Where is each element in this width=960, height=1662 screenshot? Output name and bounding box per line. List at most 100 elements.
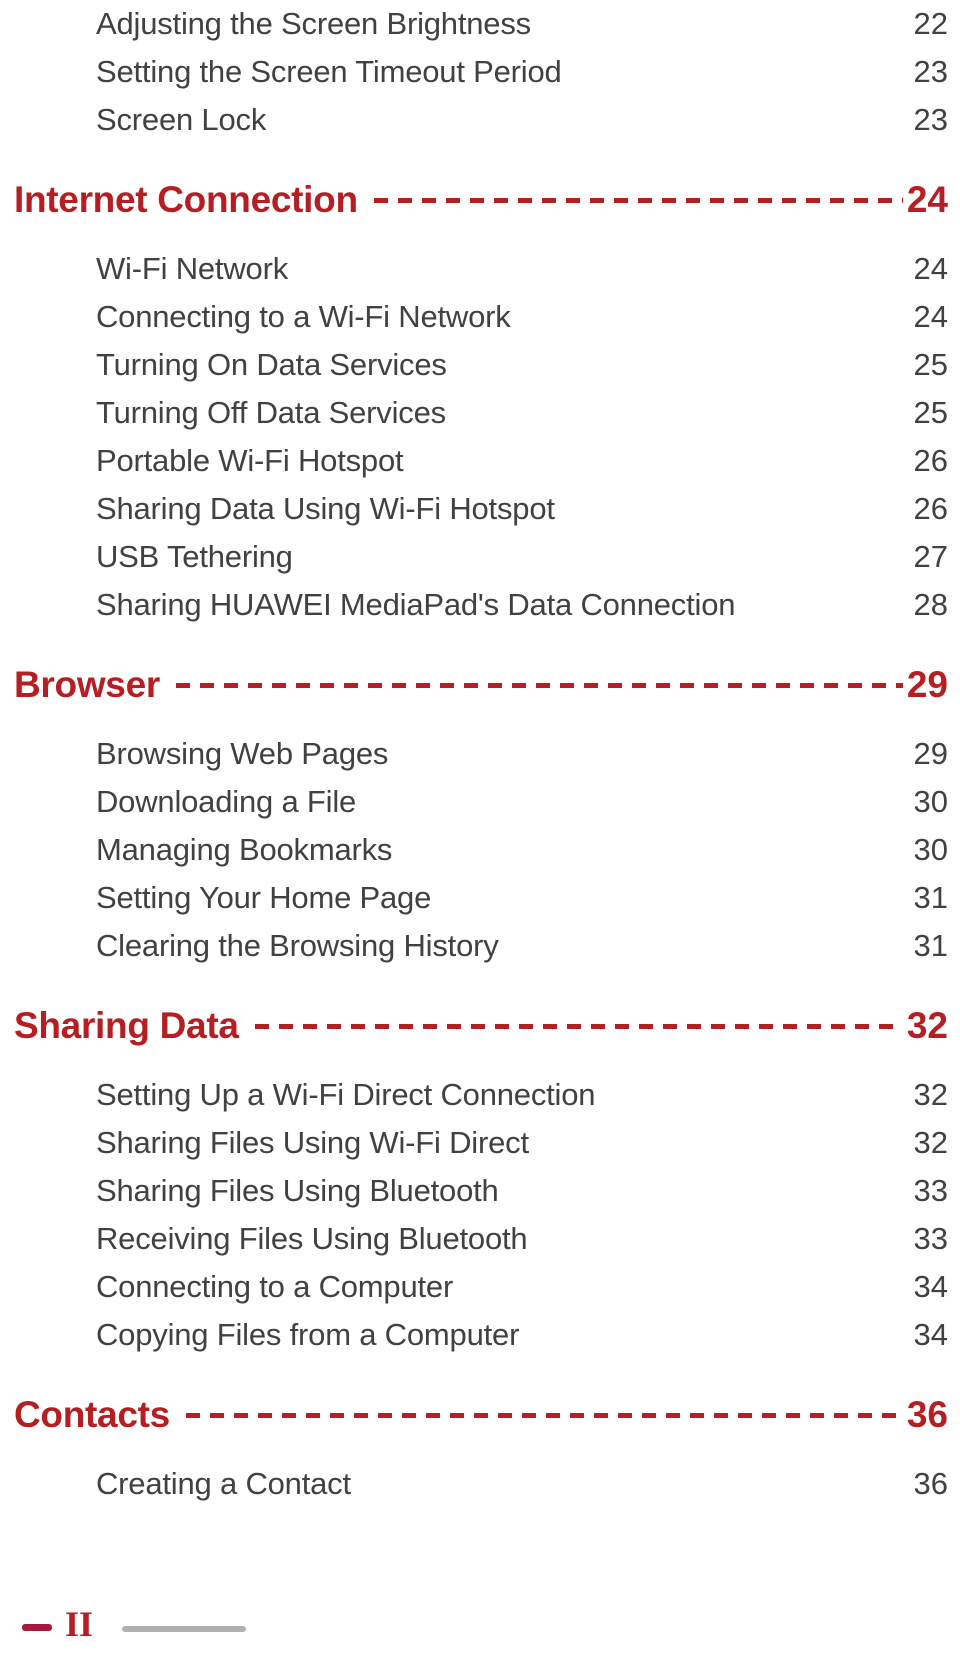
toc-entry-row[interactable]: Setting Up a Wi-Fi Direct Connection 32 (0, 1071, 960, 1119)
toc-entry-row[interactable]: Browsing Web Pages 29 (0, 730, 960, 778)
toc-page-number: 33 (913, 1173, 948, 1208)
footer-dash-mark (22, 1624, 52, 1631)
toc-entry-label: Setting Your Home Page (96, 880, 432, 915)
dotted-leader (518, 322, 912, 323)
toc-page-number: 26 (913, 443, 948, 478)
dotted-leader (535, 1244, 912, 1245)
toc-page-number: 29 (906, 664, 948, 705)
dotted-leader (743, 610, 912, 611)
toc-page-number: 23 (913, 102, 948, 137)
toc-page-number: 28 (913, 587, 948, 622)
toc-entry-row[interactable]: Creating a Contact 36 (0, 1460, 960, 1508)
toc-section-label: Sharing Data (14, 1005, 239, 1046)
toc-entry-row[interactable]: Receiving Files Using Bluetooth 33 (0, 1215, 960, 1263)
toc-page-number: 34 (913, 1317, 948, 1352)
toc-entry-label: Setting Up a Wi-Fi Direct Connection (96, 1077, 596, 1112)
toc-entry-label: Wi-Fi Network (96, 251, 288, 286)
toc-page-number: 36 (913, 1466, 948, 1501)
toc-page-number: 27 (913, 539, 948, 574)
toc-page-number: 22 (913, 6, 948, 41)
toc-entry-row[interactable]: USB Tethering 27 (0, 533, 960, 581)
toc-entry-label: Screen Lock (96, 102, 267, 137)
dotted-leader (453, 418, 912, 419)
toc-entry-row[interactable]: Turning On Data Services 25 (0, 341, 960, 389)
toc-section-row[interactable]: Internet Connection 24 (0, 169, 960, 231)
toc-page-number: 24 (906, 179, 948, 220)
dotted-leader (454, 370, 912, 371)
dashed-leader (373, 198, 903, 203)
toc-entry-label: Sharing Files Using Wi-Fi Direct (96, 1125, 529, 1160)
toc-entry-row[interactable]: Wi-Fi Network 24 (0, 245, 960, 293)
toc-entry-label: Managing Bookmarks (96, 832, 393, 867)
toc-entry-row[interactable]: Adjusting the Screen Brightness 22 (0, 0, 960, 48)
toc-section-row[interactable]: Browser 29 (0, 654, 960, 716)
toc-page-number: 30 (913, 784, 948, 819)
toc-page-number: 32 (913, 1125, 948, 1160)
toc-entry-label: Connecting to a Computer (96, 1269, 454, 1304)
table-of-contents: Adjusting the Screen Brightness 22 Setting… (0, 0, 960, 1508)
dotted-leader (274, 125, 912, 126)
dotted-leader (562, 514, 912, 515)
dotted-leader (569, 77, 912, 78)
toc-entry-label: Receiving Files Using Bluetooth (96, 1221, 528, 1256)
toc-entry-label: Creating a Contact (96, 1466, 351, 1501)
toc-entry-label: USB Tethering (96, 539, 293, 574)
dotted-leader (364, 807, 912, 808)
toc-section-label: Browser (14, 664, 160, 705)
toc-entry-row[interactable]: Portable Wi-Fi Hotspot 26 (0, 437, 960, 485)
dashed-leader (254, 1024, 903, 1029)
dotted-leader (536, 1148, 912, 1149)
toc-entry-label: Connecting to a Wi-Fi Network (96, 299, 511, 334)
toc-section-label: Contacts (14, 1394, 170, 1435)
dotted-leader (538, 29, 912, 30)
dotted-leader (300, 562, 912, 563)
toc-entry-row[interactable]: Downloading a File 30 (0, 778, 960, 826)
toc-section-row[interactable]: Sharing Data 32 (0, 995, 960, 1057)
toc-section-label: Internet Connection (14, 179, 358, 220)
toc-entry-row[interactable]: Sharing HUAWEI MediaPad's Data Connectio… (0, 581, 960, 629)
toc-entry-row[interactable]: Turning Off Data Services 25 (0, 389, 960, 437)
toc-page-number: 23 (913, 54, 948, 89)
toc-entry-row[interactable]: Setting Your Home Page 31 (0, 874, 960, 922)
toc-entry-row[interactable]: Connecting to a Computer 34 (0, 1263, 960, 1311)
toc-entry-row[interactable]: Clearing the Browsing History 31 (0, 922, 960, 970)
toc-entry-label: Sharing Data Using Wi-Fi Hotspot (96, 491, 555, 526)
toc-entry-label: Copying Files from a Computer (96, 1317, 520, 1352)
toc-entry-label: Downloading a File (96, 784, 357, 819)
toc-entry-label: Clearing the Browsing History (96, 928, 499, 963)
dotted-leader (461, 1292, 912, 1293)
toc-entry-row[interactable]: Connecting to a Wi-Fi Network 24 (0, 293, 960, 341)
toc-page-number: 34 (913, 1269, 948, 1304)
dotted-leader (603, 1100, 912, 1101)
toc-page-number: 31 (913, 880, 948, 915)
toc-entry-label: Setting the Screen Timeout Period (96, 54, 562, 89)
toc-page-number: 36 (906, 1394, 948, 1435)
toc-entry-row[interactable]: Sharing Files Using Wi-Fi Direct 32 (0, 1119, 960, 1167)
dotted-leader (411, 466, 912, 467)
toc-page-number: 26 (913, 491, 948, 526)
dotted-leader (400, 855, 912, 856)
toc-entry-label: Adjusting the Screen Brightness (96, 6, 531, 41)
toc-entry-row[interactable]: Managing Bookmarks 30 (0, 826, 960, 874)
toc-page-number: 33 (913, 1221, 948, 1256)
toc-section-row[interactable]: Contacts 36 (0, 1384, 960, 1446)
toc-page-number: 32 (906, 1005, 948, 1046)
toc-entry-row[interactable]: Copying Files from a Computer 34 (0, 1311, 960, 1359)
toc-entry-row[interactable]: Sharing Data Using Wi-Fi Hotspot 26 (0, 485, 960, 533)
dotted-leader (506, 951, 912, 952)
toc-entry-row[interactable]: Setting the Screen Timeout Period 23 (0, 48, 960, 96)
toc-page-number: 24 (913, 299, 948, 334)
toc-page-number: 32 (913, 1077, 948, 1112)
toc-entry-row[interactable]: Screen Lock 23 (0, 96, 960, 144)
toc-entry-row[interactable]: Sharing Files Using Bluetooth 33 (0, 1167, 960, 1215)
toc-page-number: 31 (913, 928, 948, 963)
footer-rule (122, 1626, 246, 1632)
